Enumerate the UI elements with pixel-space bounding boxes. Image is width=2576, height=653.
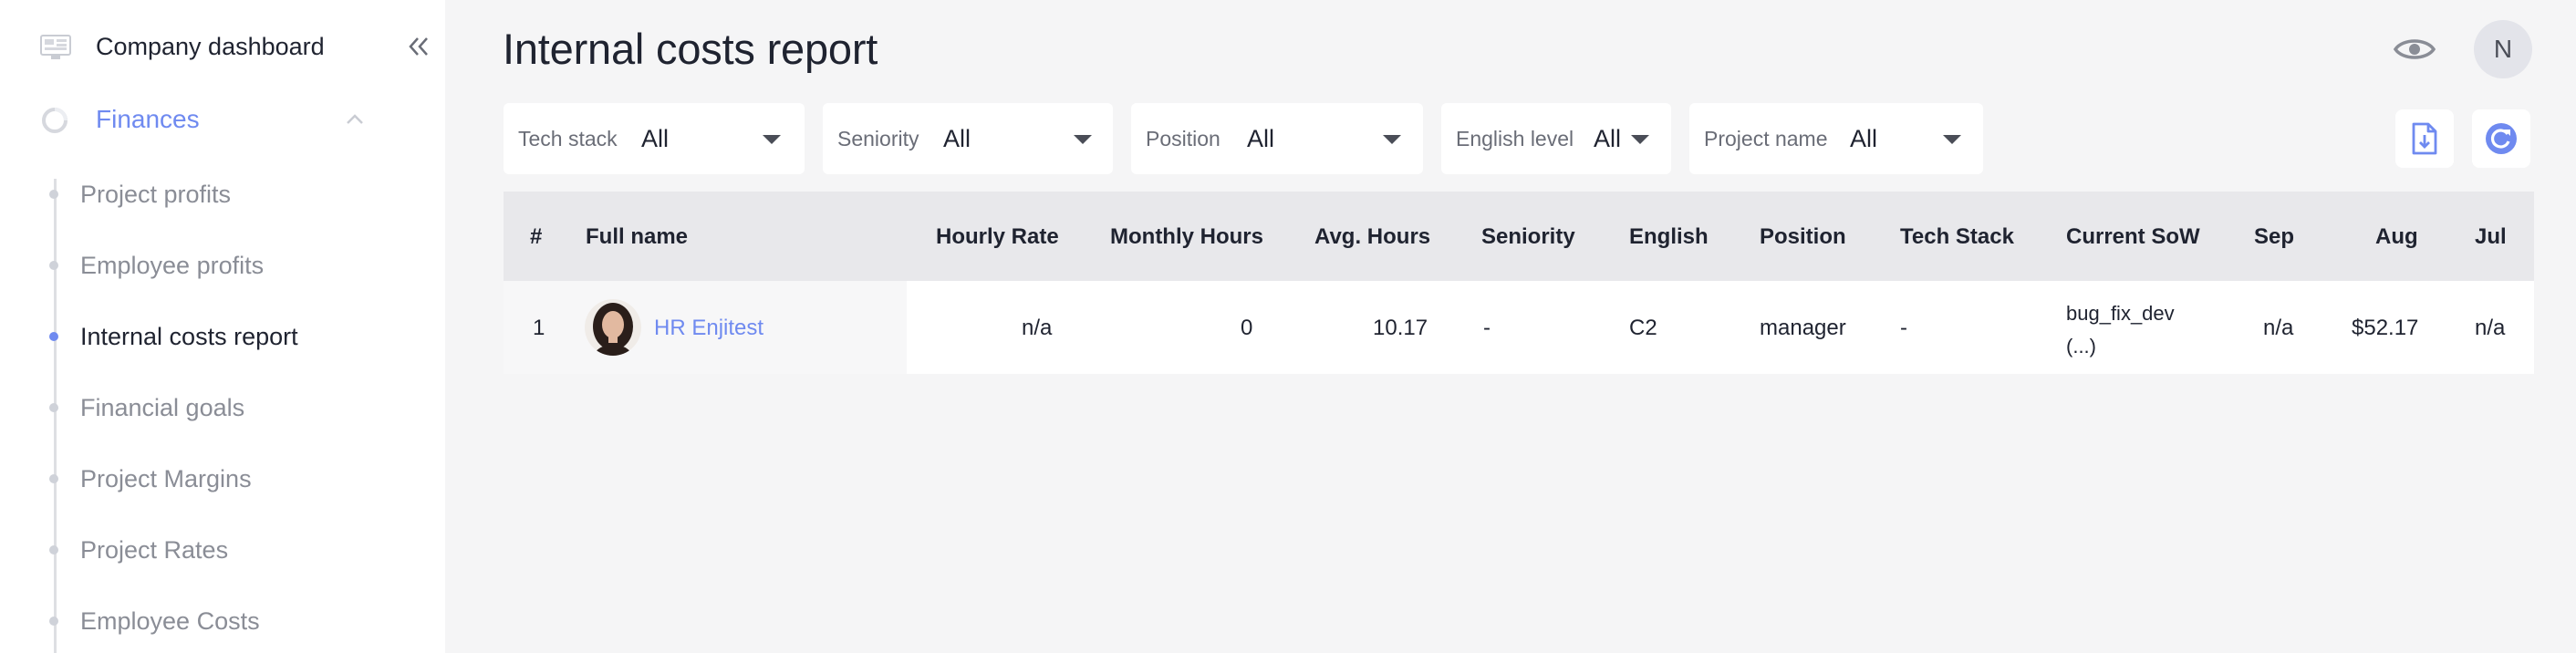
chevron-up-icon: [347, 114, 363, 124]
column-header-position[interactable]: Position: [1760, 224, 1846, 250]
column-header-sep[interactable]: Sep: [2254, 224, 2294, 250]
cell-position: manager: [1760, 316, 1846, 340]
filter-value: All: [1247, 125, 1275, 152]
caret-down-icon: [763, 135, 781, 144]
cell-index: 1: [533, 316, 545, 340]
sidebar-item-label: Project Margins: [80, 465, 252, 492]
dashboard-icon: [40, 35, 71, 59]
sidebar-item-label: Project profits: [80, 181, 232, 208]
bullet-dot: [49, 545, 58, 555]
table-row: 1 HR Enjitest n/a 0 10.17 - C2 manager -…: [504, 281, 2534, 374]
cell-aug: $52.17: [2352, 316, 2419, 340]
caret-down-icon: [1383, 135, 1401, 144]
cell-current-sow[interactable]: bug_fix_dev (...): [2066, 297, 2175, 363]
sidebar-item-employee-costs[interactable]: Employee Costs: [36, 598, 420, 644]
column-header-aug[interactable]: Aug: [2375, 224, 2418, 250]
sidebar-item-employee-profits[interactable]: Employee profits: [36, 243, 420, 288]
sidebar-item-label: Project Rates: [80, 536, 229, 564]
filter-tech-stack[interactable]: Tech stack All: [504, 103, 805, 174]
sidebar-item-internal-costs-report[interactable]: Internal costs report: [36, 314, 420, 359]
cell-sep: n/a: [2263, 316, 2294, 340]
sow-line: bug_fix_dev: [2066, 302, 2175, 325]
sidebar-item-project-margins[interactable]: Project Margins: [36, 456, 420, 502]
caret-down-icon: [1943, 135, 1961, 144]
filter-project-name[interactable]: Project name All: [1689, 103, 1983, 174]
employee-name-link[interactable]: HR Enjitest: [654, 316, 763, 341]
cell-jul: n/a: [2475, 316, 2506, 340]
sidebar-item-project-profits[interactable]: Project profits: [36, 171, 420, 217]
sow-more: (...): [2066, 335, 2096, 358]
column-header-monthly-hours[interactable]: Monthly Hours: [1110, 224, 1263, 250]
collapse-sidebar-icon[interactable]: [405, 33, 432, 60]
avatar-initial: N: [2493, 35, 2513, 63]
bullet-dot: [49, 190, 58, 199]
filter-value: All: [641, 125, 670, 152]
sidebar-section-label: Finances: [96, 105, 200, 133]
table-header: # Full name Hourly Rate Monthly Hours Av…: [504, 192, 2534, 281]
column-header-hourly-rate[interactable]: Hourly Rate: [936, 224, 1059, 250]
filter-label: English level: [1456, 127, 1574, 150]
filter-label: Position: [1146, 127, 1220, 150]
file-download-icon: [2412, 122, 2437, 155]
column-header-index[interactable]: #: [530, 224, 542, 250]
filter-value: All: [943, 125, 971, 152]
column-header-seniority[interactable]: Seniority: [1481, 224, 1575, 250]
sidebar-item-financial-goals[interactable]: Financial goals: [36, 385, 420, 430]
sidebar-item-label: Internal costs report: [80, 323, 298, 350]
refresh-button[interactable]: [2472, 109, 2530, 168]
bullet-dot: [49, 261, 58, 270]
refresh-icon: [2486, 123, 2517, 154]
filter-seniority[interactable]: Seniority All: [823, 103, 1113, 174]
sidebar: Company dashboard Finances Project profi…: [0, 0, 445, 653]
column-header-avg-hours[interactable]: Avg. Hours: [1314, 224, 1430, 250]
filter-value: All: [1850, 125, 1878, 152]
sidebar-item-project-rates[interactable]: Project Rates: [36, 527, 420, 573]
column-header-full-name[interactable]: Full name: [586, 224, 688, 250]
filter-label: Project name: [1704, 127, 1828, 150]
cell-hourly-rate: n/a: [1022, 316, 1053, 340]
cell-seniority: -: [1483, 316, 1491, 340]
filter-position[interactable]: Position All: [1131, 103, 1423, 174]
sidebar-item-label: Employee profits: [80, 252, 265, 279]
caret-down-icon: [1631, 135, 1649, 144]
filter-english-level[interactable]: English level All: [1441, 103, 1671, 174]
caret-down-icon: [1074, 135, 1092, 144]
filter-value: All: [1594, 125, 1622, 152]
bullet-dot: [49, 474, 58, 483]
column-header-tech-stack[interactable]: Tech Stack: [1900, 224, 2014, 250]
page-title: Internal costs report: [503, 25, 878, 73]
sidebar-item-label: Company dashboard: [96, 33, 325, 60]
sidebar-item-label: Employee Costs: [80, 607, 260, 635]
bullet-dot: [49, 403, 58, 412]
sidebar-item-label: Financial goals: [80, 394, 245, 421]
user-avatar[interactable]: N: [2474, 20, 2532, 78]
bullet-dot: [49, 617, 58, 626]
cell-english: C2: [1629, 316, 1657, 340]
cell-avg-hours: 10.17: [1373, 316, 1428, 340]
column-header-english[interactable]: English: [1629, 224, 1709, 250]
column-header-current-sow[interactable]: Current SoW: [2066, 224, 2200, 250]
filter-label: Tech stack: [518, 127, 618, 150]
sidebar-item-company-dashboard[interactable]: Company dashboard: [0, 0, 445, 95]
eye-icon[interactable]: [2392, 29, 2437, 69]
cell-tech-stack: -: [1900, 316, 1907, 340]
column-header-jul[interactable]: Jul: [2475, 224, 2507, 250]
bullet-dot: [49, 332, 58, 341]
export-file-button[interactable]: [2395, 109, 2454, 168]
cell-monthly-hours: 0: [1241, 316, 1253, 340]
finances-icon: [42, 108, 68, 133]
filter-label: Seniority: [837, 127, 919, 150]
employee-avatar: [585, 299, 641, 356]
